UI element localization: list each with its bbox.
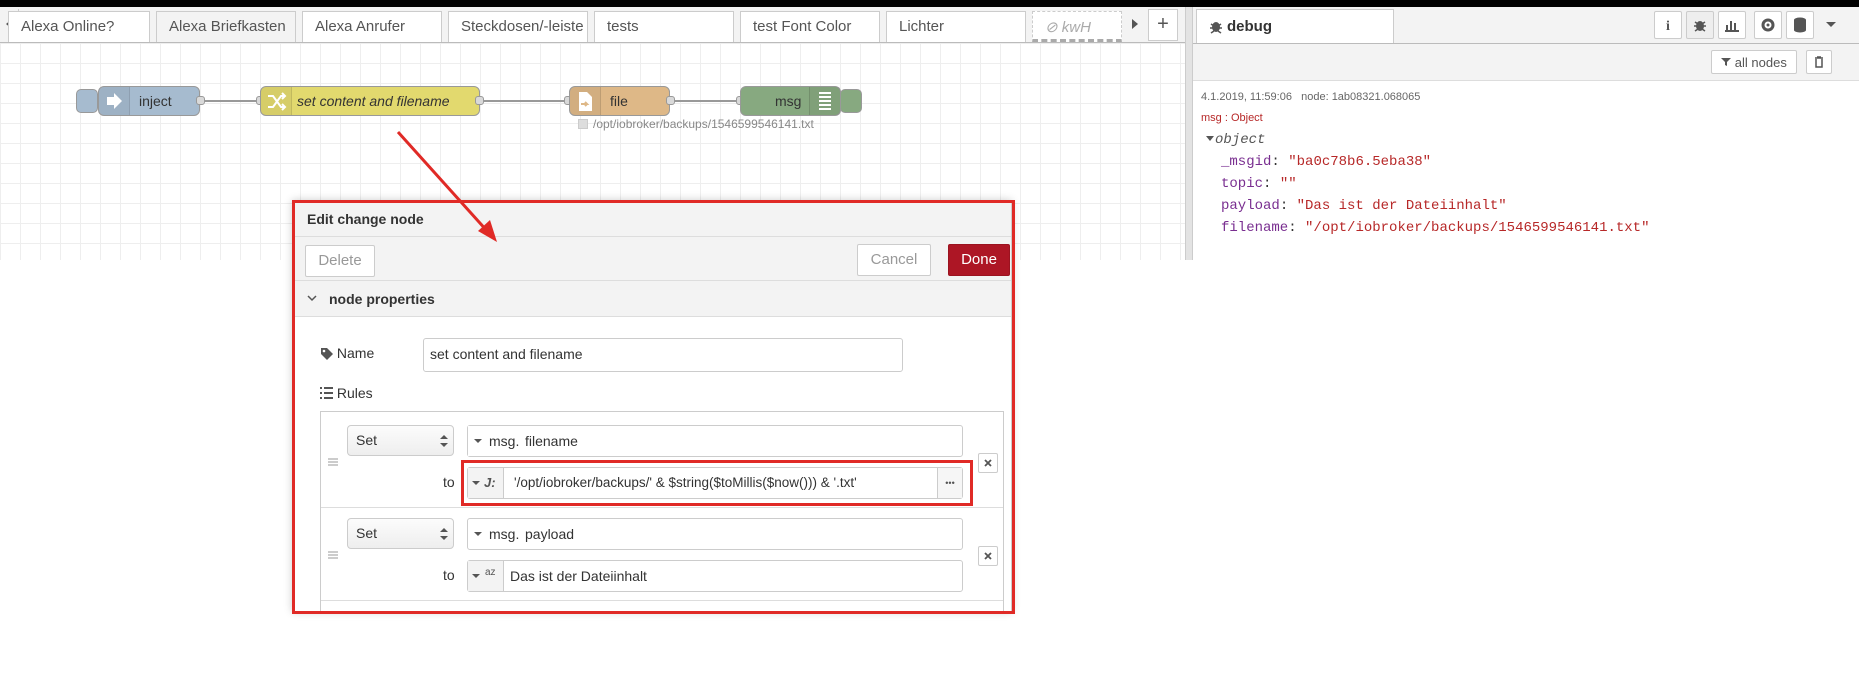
annotation-arrow [396, 130, 497, 242]
